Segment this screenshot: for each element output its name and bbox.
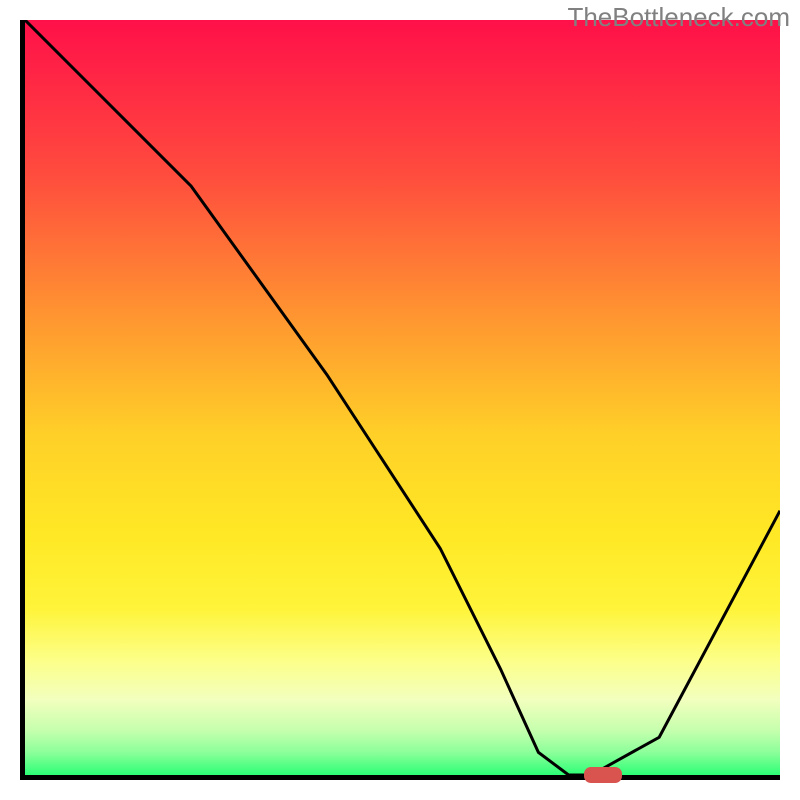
optimal-marker (584, 767, 622, 782)
plot-area (20, 20, 780, 780)
curve-line (25, 20, 780, 775)
watermark-label: TheBottleneck.com (567, 2, 790, 33)
chart-container: TheBottleneck.com (0, 0, 800, 800)
